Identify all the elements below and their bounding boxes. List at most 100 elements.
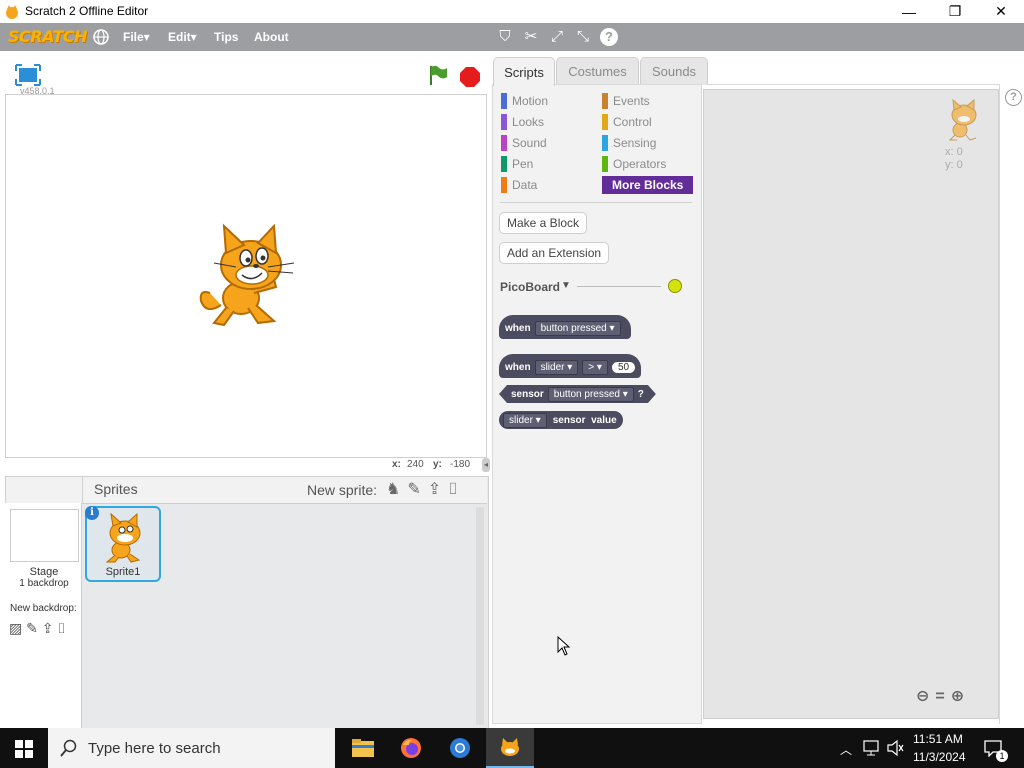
cut-scissors-icon[interactable]: ✂ (522, 28, 540, 46)
menu-about[interactable]: About (254, 30, 289, 44)
volume-muted-icon[interactable] (886, 740, 904, 756)
category-motion[interactable]: Motion (501, 92, 596, 110)
dropdown-value: slider (509, 414, 533, 426)
help-icon[interactable]: ? (600, 28, 618, 46)
extension-menu-arrow-icon[interactable]: ▼ (561, 280, 571, 291)
tips-help-icon[interactable]: ? (1005, 89, 1022, 106)
tab-scripts[interactable]: Scripts (493, 57, 555, 86)
category-more-blocks[interactable]: More Blocks (602, 176, 693, 194)
clock-time[interactable]: 11:51 AM (913, 732, 963, 746)
sprite-info-icon[interactable]: i (85, 506, 99, 520)
folder-icon (352, 739, 374, 757)
stage-canvas[interactable] (5, 94, 487, 458)
when-slider-block[interactable]: when slider ▾ > ▾ 50 (499, 354, 642, 378)
when-button-pressed-block[interactable]: when button pressed ▾ (499, 315, 631, 339)
sensing-color-swatch (602, 135, 608, 151)
camera-sprite-icon[interactable]: ⌷ (448, 481, 465, 498)
looks-color-swatch (501, 114, 507, 130)
tab-sounds[interactable]: Sounds (640, 57, 708, 85)
category-sensing[interactable]: Sensing (602, 134, 694, 152)
category-data[interactable]: Data (501, 176, 596, 194)
chrome-icon (450, 738, 470, 758)
paint-new-backdrop-icon[interactable]: ✎ (26, 620, 38, 636)
menu-tips[interactable]: Tips (214, 30, 238, 44)
add-extension-button[interactable]: Add an Extension (499, 242, 610, 264)
duplicate-stamp-icon[interactable]: ⛉ (496, 28, 514, 46)
operator-dropdown[interactable]: > ▾ (582, 359, 608, 375)
sprite1-thumbnail (105, 512, 141, 563)
block-keyword: when (505, 322, 531, 334)
presentation-mode-icon[interactable] (15, 64, 41, 86)
scratch-logo[interactable]: SCRATCH (8, 27, 87, 47)
tab-costumes[interactable]: Costumes (556, 57, 639, 85)
sensor-boolean-block[interactable]: sensor button pressed ▾ ? (499, 385, 656, 403)
category-label: Sensing (613, 136, 657, 150)
extension-name[interactable]: PicoBoard (500, 280, 560, 294)
show-hidden-icons-chevron-icon[interactable]: ︿ (840, 741, 852, 758)
shrink-icon[interactable]: ⤡ (574, 28, 592, 46)
pen-color-swatch (501, 156, 507, 172)
zoom-out-icon[interactable]: ⊖ (916, 688, 935, 705)
threshold-input[interactable]: 50 (611, 361, 636, 373)
backdrop-count: 1 backdrop (19, 578, 69, 589)
category-list-right: Events Control Sensing Operators More Bl… (602, 92, 694, 194)
slider-sensor-value-block[interactable]: slider ▾ sensor value (499, 411, 623, 429)
zoom-reset-icon[interactable]: = (935, 688, 950, 705)
block-dropdown[interactable]: button pressed ▾ (534, 320, 621, 336)
category-operators[interactable]: Operators (602, 155, 694, 173)
extension-divider (577, 286, 661, 287)
clock-date[interactable]: 11/3/2024 (913, 750, 966, 764)
current-sprite-thumbnail (948, 98, 977, 141)
category-sound[interactable]: Sound (501, 134, 596, 152)
file-explorer-taskbar-icon[interactable] (339, 728, 387, 768)
category-label: Pen (512, 157, 534, 171)
firefox-icon (401, 738, 421, 758)
sprite-x-readout: x: 0 (945, 146, 963, 158)
window-title: Scratch 2 Offline Editor (25, 4, 149, 18)
menu-edit[interactable]: Edit▾ (168, 30, 197, 44)
block-dropdown[interactable]: slider ▾ (534, 359, 579, 375)
language-globe-icon[interactable] (93, 29, 109, 45)
camera-backdrop-icon[interactable]: ⌷ (57, 620, 65, 636)
category-pen[interactable]: Pen (501, 155, 596, 173)
sprites-scrollbar[interactable] (476, 507, 484, 725)
notification-count-badge: 1 (996, 750, 1008, 762)
block-keyword: when (505, 361, 531, 373)
scratch-cat-sprite[interactable] (196, 223, 296, 328)
network-icon[interactable] (862, 740, 880, 756)
chrome-taskbar-icon[interactable] (436, 728, 484, 768)
grow-icon[interactable]: ⤢ (548, 28, 566, 46)
category-label: Sound (512, 136, 547, 150)
green-flag-icon[interactable] (427, 64, 449, 86)
make-block-button[interactable]: Make a Block (499, 212, 588, 234)
upload-backdrop-icon[interactable]: ⇪ (42, 620, 54, 636)
close-button[interactable]: ✕ (978, 0, 1024, 23)
mouse-x-label: x: (392, 459, 401, 470)
stage-thumbnail[interactable] (10, 509, 79, 562)
sprite-library-icon[interactable]: ♞ (386, 481, 407, 498)
scratch-taskbar-icon[interactable] (486, 728, 534, 768)
category-looks[interactable]: Looks (501, 113, 596, 131)
category-control[interactable]: Control (602, 113, 694, 131)
upload-sprite-icon[interactable]: ⇪ (428, 481, 448, 498)
zoom-in-icon[interactable]: ⊕ (951, 688, 970, 705)
stop-sign-icon[interactable] (459, 66, 481, 88)
category-label: Data (512, 178, 538, 192)
minimize-button[interactable]: — (886, 0, 932, 23)
collapse-stage-handle[interactable]: ◂ (482, 458, 490, 472)
block-dropdown[interactable]: slider ▾ (503, 412, 547, 428)
taskbar-search-box[interactable]: Type here to search (48, 728, 335, 768)
script-area[interactable]: x: 0 y: 0 ⊖=⊕ (703, 89, 999, 719)
category-events[interactable]: Events (602, 92, 694, 110)
paint-sprite-icon[interactable]: ✎ (407, 481, 427, 498)
category-label: More Blocks (612, 178, 684, 192)
windows-start-icon[interactable] (15, 740, 33, 758)
firefox-taskbar-icon[interactable] (387, 728, 435, 768)
block-dropdown[interactable]: button pressed ▾ (548, 387, 634, 402)
sprite-y-readout: y: 0 (945, 159, 963, 171)
dropdown-value: slider (540, 361, 565, 373)
restore-button[interactable]: ❐ (932, 0, 978, 23)
menu-file[interactable]: File▾ (123, 30, 150, 44)
new-backdrop-label: New backdrop: (10, 603, 77, 614)
paint-backdrop-library-icon[interactable]: ▨ (9, 620, 22, 636)
